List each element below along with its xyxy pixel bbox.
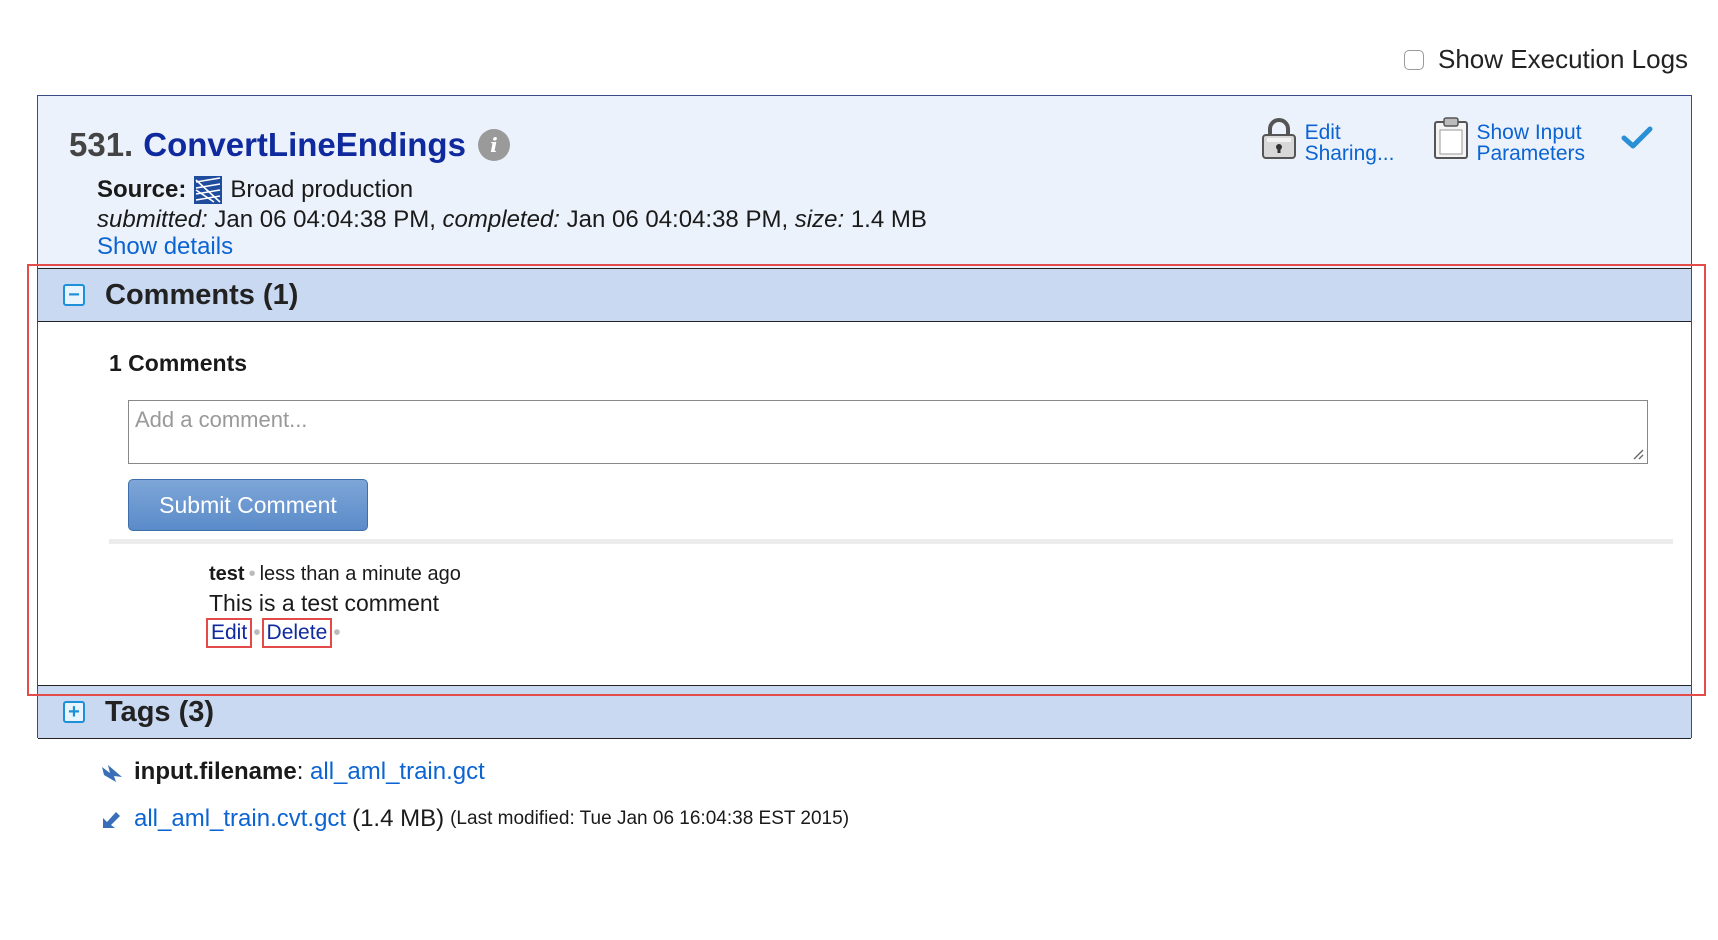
comments-count: 1 Comments — [109, 350, 248, 376]
comment-text: This is a test comment — [209, 590, 440, 616]
comment-time: less than a minute ago — [259, 563, 461, 585]
job-panel: 531. ConvertLineEndings i Source: Broad … — [37, 95, 1692, 739]
submitted-value: Jan 06 04:04:38 PM, — [214, 206, 436, 233]
job-times: submitted: Jan 06 04:04:38 PM, completed… — [97, 206, 927, 234]
checkmark-icon — [1621, 126, 1653, 149]
tags-section-title: Tags (3) — [105, 695, 215, 728]
job-title: 531. ConvertLineEndings i — [69, 126, 510, 164]
delete-comment-link[interactable]: Delete — [261, 618, 333, 648]
comment-item: test • less than a minute ago This is a te… — [205, 563, 461, 648]
edit-sharing-label: Edit Sharing... — [1304, 121, 1395, 165]
collapse-icon[interactable]: − — [63, 284, 85, 306]
comment-actions: Edit • Delete • — [205, 618, 341, 648]
output-file-modified: (Last modified: Tue Jan 06 16:04:38 EST … — [450, 808, 850, 829]
info-icon[interactable]: i — [477, 129, 510, 161]
edit-sharing-button[interactable]: Edit Sharing... — [1259, 116, 1395, 165]
comment-author: test — [209, 563, 245, 585]
comment-input[interactable] — [128, 400, 1648, 464]
output-file-size: (1.4 MB) — [352, 805, 445, 832]
comments-section-title: Comments (1) — [105, 278, 299, 311]
job-source: Source: Broad production — [97, 176, 413, 204]
edit-comment-link[interactable]: Edit — [205, 618, 253, 648]
clipboard-icon — [1434, 117, 1469, 159]
size-label: size: — [794, 206, 845, 233]
expand-icon[interactable]: + — [63, 701, 85, 723]
input-filename-label: input.filename — [134, 758, 297, 785]
broad-logo-icon — [194, 176, 223, 204]
source-value: Broad production — [230, 176, 414, 203]
input-filename-link[interactable]: all_aml_train.gct — [310, 758, 485, 786]
output-file-row: all_aml_train.cvt.gct (1.4 MB) (Last mod… — [100, 805, 849, 833]
comment-meta: test • less than a minute ago — [209, 563, 461, 585]
job-number: 531. — [69, 126, 134, 163]
job-header: 531. ConvertLineEndings i Source: Broad … — [38, 96, 1691, 268]
execution-logs-label: Show Execution Logs — [1438, 44, 1689, 74]
tags-section-header[interactable]: + Tags (3) — [38, 685, 1691, 739]
output-file-icon — [103, 812, 120, 828]
input-file-row: input.filename: all_aml_train.gct — [100, 758, 485, 786]
input-file-icon — [102, 765, 122, 782]
submitted-label: submitted: — [97, 206, 208, 233]
comments-section-header[interactable]: − Comments (1) — [38, 268, 1691, 322]
resize-grip-icon[interactable] — [1632, 448, 1644, 460]
comments-divider — [109, 539, 1673, 544]
completed-value: Jan 06 04:04:38 PM, — [566, 206, 789, 233]
completed-label: completed: — [442, 206, 560, 233]
lock-icon — [1261, 118, 1296, 159]
show-execution-logs-toggle[interactable]: Show Execution Logs — [1404, 44, 1688, 75]
source-label: Source: — [97, 176, 187, 203]
output-file-link[interactable]: all_aml_train.cvt.gct — [134, 805, 346, 833]
execution-logs-checkbox[interactable] — [1404, 49, 1424, 70]
job-actions: Edit Sharing... Show Input Parameters — [1221, 116, 1653, 164]
show-input-label: Show Input Parameters — [1476, 121, 1585, 165]
show-details-link[interactable]: Show details — [97, 233, 233, 261]
submit-comment-button[interactable]: Submit Comment — [128, 479, 368, 531]
size-value: 1.4 MB — [850, 206, 927, 233]
show-input-parameters-button[interactable]: Show Input Parameters — [1432, 116, 1585, 164]
job-name-link[interactable]: ConvertLineEndings — [143, 126, 466, 164]
